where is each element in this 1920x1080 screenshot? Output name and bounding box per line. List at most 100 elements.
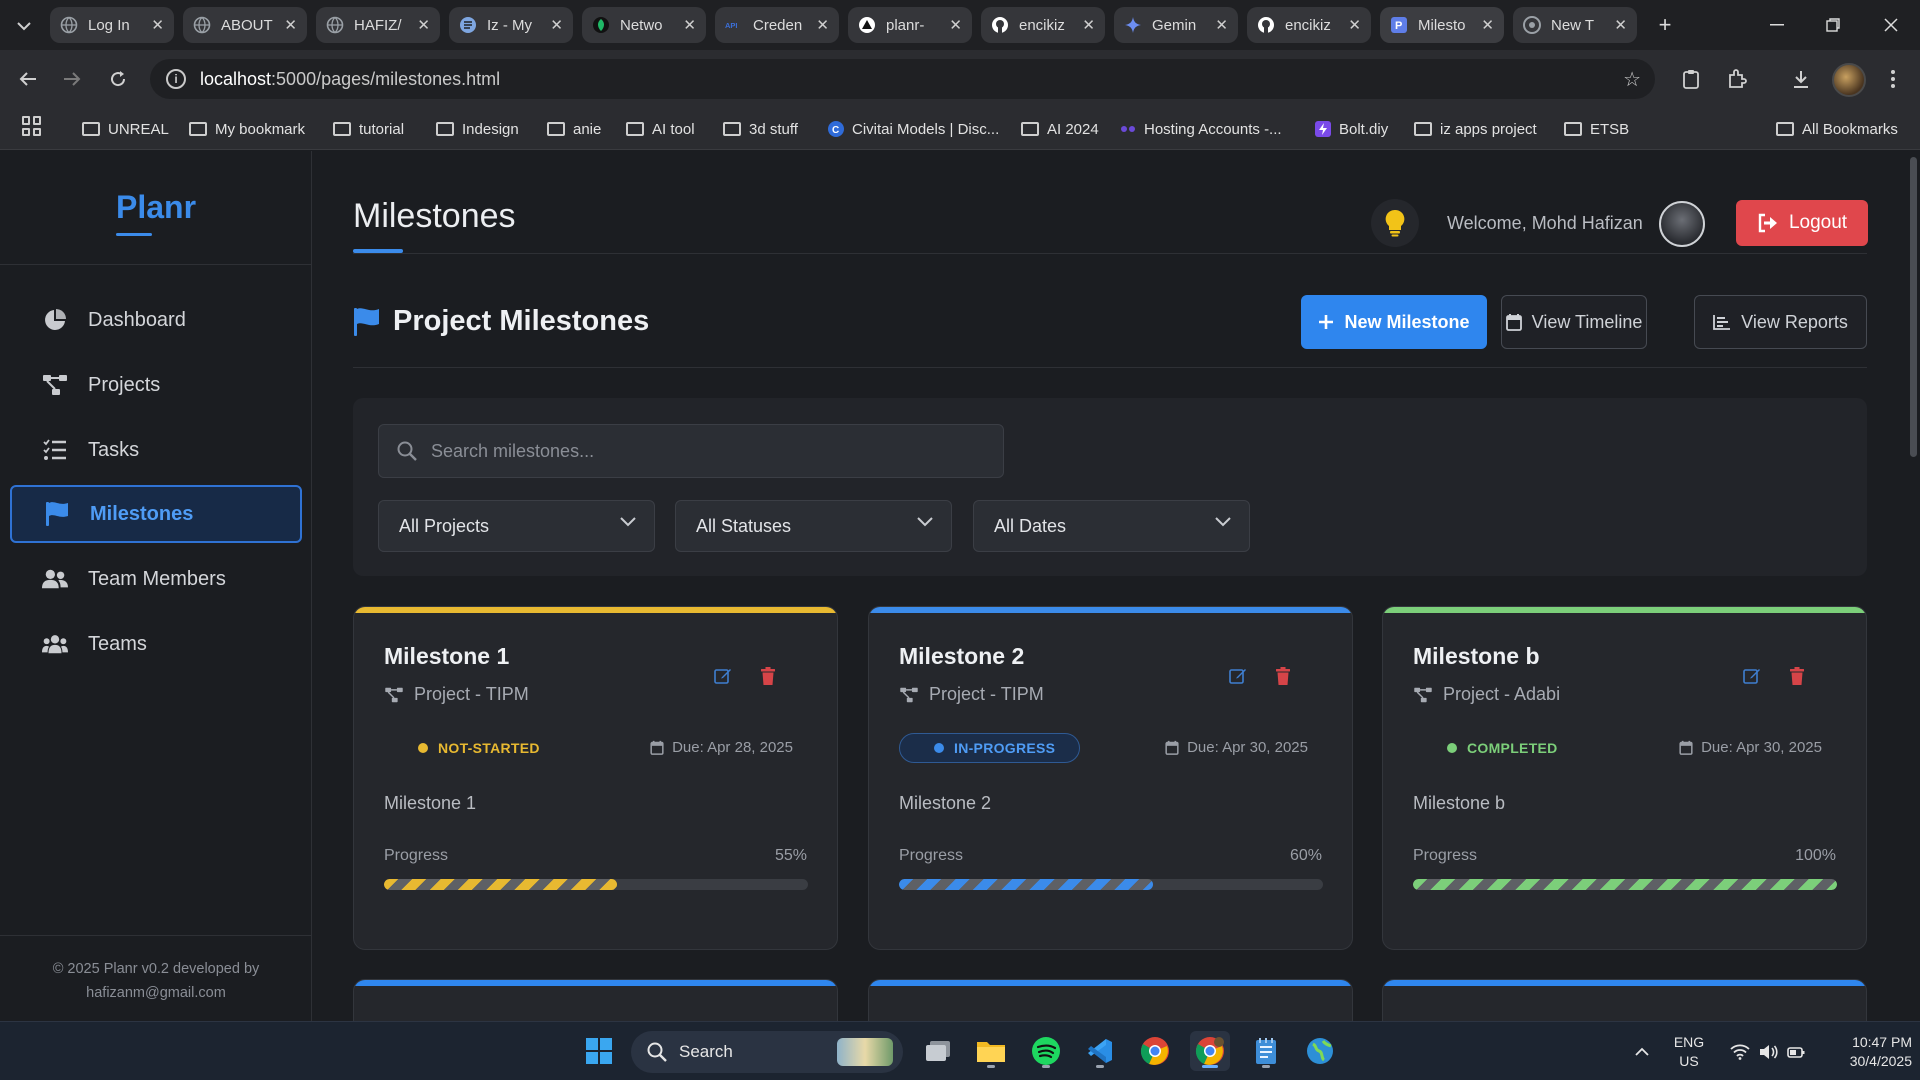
project-filter-select[interactable]: All Projects — [378, 500, 655, 552]
close-tab-icon[interactable]: ✕ — [949, 16, 962, 34]
close-tab-icon[interactable]: ✕ — [683, 16, 696, 34]
sidebar-item-team-members[interactable]: Team Members — [10, 550, 302, 608]
bookmark-item[interactable]: Bolt.diy — [1315, 116, 1388, 142]
task-view-icon[interactable] — [918, 1031, 958, 1071]
page-scrollbar[interactable] — [1907, 151, 1920, 1021]
all-bookmarks[interactable]: All Bookmarks — [1776, 116, 1898, 142]
bookmark-star-icon[interactable]: ☆ — [1623, 67, 1641, 92]
app-logo[interactable]: Planr — [0, 189, 312, 226]
theme-toggle-button[interactable] — [1371, 199, 1419, 247]
status-filter-select[interactable]: All Statuses — [675, 500, 952, 552]
close-tab-icon[interactable]: ✕ — [1082, 16, 1095, 34]
browser-tab[interactable]: encikiz ✕ — [981, 7, 1105, 43]
trash-icon[interactable] — [1789, 667, 1805, 685]
extensions-icon[interactable] — [1724, 66, 1750, 92]
taskbar-search[interactable]: Search — [631, 1031, 903, 1073]
show-hidden-icons-chevron-icon[interactable] — [1628, 1022, 1656, 1080]
browser-menu-icon[interactable] — [1880, 66, 1906, 92]
close-tab-icon[interactable]: ✕ — [1215, 16, 1228, 34]
bookmark-item[interactable]: AI 2024 — [1021, 116, 1099, 142]
close-tab-icon[interactable]: ✕ — [1348, 16, 1361, 34]
edit-icon[interactable] — [1229, 667, 1247, 685]
restore-button[interactable] — [1810, 8, 1856, 42]
edit-icon[interactable] — [1743, 667, 1761, 685]
browser-tab[interactable]: Gemin ✕ — [1114, 7, 1238, 43]
browser-tab[interactable]: ABOUT ✕ — [183, 7, 307, 43]
system-tray-status[interactable] — [1722, 1022, 1814, 1080]
bookmark-item[interactable]: anie — [547, 116, 601, 142]
browser-tab[interactable]: Iz - My ✕ — [449, 7, 573, 43]
browser-tab[interactable]: HAFIZ/ ✕ — [316, 7, 440, 43]
view-timeline-button[interactable]: View Timeline — [1501, 295, 1647, 349]
close-tab-icon[interactable]: ✕ — [816, 16, 829, 34]
notepad-icon[interactable] — [1246, 1031, 1286, 1071]
chrome-profile-icon[interactable] — [1190, 1031, 1230, 1071]
vscode-icon[interactable] — [1080, 1031, 1120, 1071]
close-tab-icon[interactable]: ✕ — [417, 16, 430, 34]
bookmark-item[interactable]: My bookmark — [189, 116, 305, 142]
bookmark-item[interactable]: Hosting Accounts -... — [1120, 116, 1282, 142]
reload-button[interactable] — [104, 65, 132, 93]
close-window-button[interactable] — [1868, 8, 1914, 42]
trash-icon[interactable] — [1275, 667, 1291, 685]
browser-tab[interactable]: encikiz ✕ — [1247, 7, 1371, 43]
windows-start-icon[interactable] — [579, 1031, 619, 1071]
sidebar-item-tasks[interactable]: Tasks — [10, 421, 302, 479]
bookmark-item[interactable]: iz apps project — [1414, 116, 1537, 142]
clock[interactable]: 10:47 PM 30/4/2025 — [1818, 1022, 1912, 1080]
profile-avatar[interactable] — [1832, 63, 1866, 97]
browser-tab[interactable]: Netwo ✕ — [582, 7, 706, 43]
browser-tab[interactable]: planr- ✕ — [848, 7, 972, 43]
sidebar-item-projects[interactable]: Projects — [10, 356, 302, 414]
browser-tab[interactable]: P Milesto ✕ — [1380, 7, 1504, 43]
back-button[interactable] — [14, 65, 42, 93]
new-milestone-button[interactable]: New Milestone — [1301, 295, 1487, 349]
downloads-icon[interactable] — [1788, 66, 1814, 92]
sidebar-item-teams[interactable]: Teams — [10, 615, 302, 673]
milestone-card[interactable]: Milestone b Project - Adabi COMPLETED Du… — [1382, 606, 1867, 950]
milestone-card[interactable]: Milestone 1 Project - TIPM NOT-STARTED D… — [353, 606, 838, 950]
input-language[interactable]: ENG US — [1664, 1022, 1714, 1080]
milestone-card-partial[interactable] — [868, 979, 1353, 1021]
user-avatar[interactable] — [1659, 201, 1705, 247]
edit-icon[interactable] — [714, 667, 732, 685]
trash-icon[interactable] — [760, 667, 776, 685]
date-filter-select[interactable]: All Dates — [973, 500, 1250, 552]
milestone-card-partial[interactable] — [1382, 979, 1867, 1021]
bookmark-item[interactable]: ETSB — [1564, 116, 1629, 142]
milestone-card[interactable]: Milestone 2 Project - TIPM IN-PROGRESS D… — [868, 606, 1353, 950]
view-reports-button[interactable]: View Reports — [1694, 295, 1867, 349]
tab-search-chevron-icon[interactable] — [12, 14, 36, 38]
search-input[interactable]: Search milestones... — [378, 424, 1004, 478]
close-tab-icon[interactable]: ✕ — [1481, 16, 1494, 34]
spotify-icon[interactable] — [1026, 1031, 1066, 1071]
close-tab-icon[interactable]: ✕ — [550, 16, 563, 34]
close-tab-icon[interactable]: ✕ — [151, 16, 164, 34]
bookmark-item[interactable]: C Civitai Models | Disc... — [828, 116, 999, 142]
browser-tab[interactable]: Log In ✕ — [50, 7, 174, 43]
bookmark-item[interactable]: 3d stuff — [723, 116, 798, 142]
bookmark-item[interactable]: AI tool — [626, 116, 695, 142]
forward-button[interactable] — [58, 65, 86, 93]
logout-button[interactable]: Logout — [1736, 200, 1868, 246]
bookmark-item[interactable]: Indesign — [436, 116, 519, 142]
file-explorer-icon[interactable] — [971, 1031, 1011, 1071]
bookmark-item[interactable]: UNREAL — [82, 116, 169, 142]
minimize-button[interactable] — [1754, 8, 1800, 42]
site-info-icon[interactable]: i — [166, 69, 186, 89]
new-tab-button[interactable]: + — [1650, 10, 1680, 40]
bookmark-item[interactable]: tutorial — [333, 116, 404, 142]
browser-tab[interactable]: API Creden ✕ — [715, 7, 839, 43]
address-bar[interactable]: i localhost:5000/pages/milestones.html ☆ — [150, 59, 1655, 99]
scrollbar-thumb[interactable] — [1910, 157, 1917, 457]
reading-list-icon[interactable] — [1678, 66, 1704, 92]
browser-tab[interactable]: New T ✕ — [1513, 7, 1637, 43]
chrome-icon[interactable] — [1135, 1031, 1175, 1071]
close-tab-icon[interactable]: ✕ — [1614, 16, 1627, 34]
milestone-card-partial[interactable] — [353, 979, 838, 1021]
sidebar-item-dashboard[interactable]: Dashboard — [10, 291, 302, 349]
apps-grid-icon[interactable] — [22, 116, 42, 136]
sidebar-item-milestones[interactable]: Milestones — [10, 485, 302, 543]
globe-app-icon[interactable] — [1300, 1031, 1340, 1071]
close-tab-icon[interactable]: ✕ — [284, 16, 297, 34]
